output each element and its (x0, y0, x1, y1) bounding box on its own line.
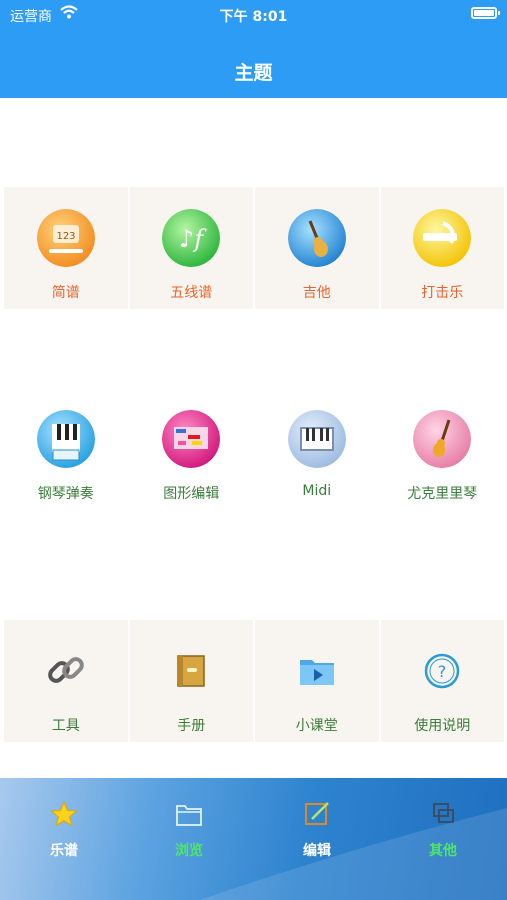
menu-item-piano-play[interactable]: 钢琴弹奏 (4, 388, 128, 510)
menu-item-label: Midi (302, 483, 332, 499)
menu-item-label: 吉他 (302, 285, 331, 301)
clock: 下午 8:01 (219, 9, 288, 25)
tab-edit[interactable]: 编辑 (277, 800, 357, 860)
star-icon (50, 800, 78, 827)
tab-label: 编辑 (303, 843, 331, 859)
menu-item-label: 打击乐 (421, 285, 464, 301)
menu-item-percussion[interactable]: 打击乐 (380, 187, 504, 309)
video-folder-icon (299, 660, 334, 685)
page-title: 主题 (234, 62, 273, 84)
tab-other[interactable]: 其他 (403, 800, 483, 860)
menu-item-label: 钢琴弹奏 (37, 486, 94, 502)
svg-text:♪f: ♪f (179, 225, 207, 253)
svg-text:?: ? (438, 662, 447, 681)
tab-label: 浏览 (175, 843, 203, 859)
menu-item-label: 手册 (177, 718, 206, 734)
folder-icon (176, 805, 202, 826)
staff-icon: ♪f (162, 209, 221, 267)
menu-item-tools[interactable]: 工具 (4, 620, 128, 742)
menu-item-midi[interactable]: Midi (255, 388, 379, 510)
menu-item-ukulele[interactable]: 尤克里里琴 (381, 388, 505, 510)
menu-item-guitar[interactable]: 吉他 (255, 187, 379, 309)
jianpu-icon: 123 (36, 209, 95, 267)
grid-row-1: 123 简谱 ♪f 五线谱 吉他 打击乐 (4, 187, 504, 309)
chain-link-icon (47, 657, 84, 683)
menu-item-label: 工具 (51, 718, 80, 734)
grid-row-3: 工具 手册 小课堂 ? 使用说明 (4, 620, 504, 742)
question-icon: ? (425, 653, 460, 689)
menu-item-label: 五线谱 (170, 285, 213, 301)
menu-item-graphic-edit[interactable]: 图形编辑 (130, 388, 254, 510)
edit-icon (305, 802, 329, 825)
menu-item-label: 使用说明 (414, 718, 471, 734)
tab-browse[interactable]: 浏览 (149, 800, 229, 860)
battery-icon (471, 7, 500, 19)
menu-item-help[interactable]: ? 使用说明 (380, 620, 504, 742)
menu-item-jianpu[interactable]: 123 简谱 (4, 187, 128, 309)
menu-item-label: 图形编辑 (163, 486, 220, 502)
tab-score[interactable]: 乐谱 (24, 800, 104, 860)
tab-label: 乐谱 (50, 843, 78, 859)
menu-item-label: 简谱 (51, 285, 80, 301)
menu-item-label: 尤克里里琴 (407, 486, 478, 502)
status-bar: 运营商 下午 8:01 (0, 0, 507, 28)
piano-play-icon (36, 410, 95, 468)
graphic-edit-icon (162, 410, 221, 468)
menu-item-staff[interactable]: ♪f 五线谱 (129, 187, 253, 309)
menu-item-manual[interactable]: 手册 (129, 620, 253, 742)
menu-item-label: 小课堂 (295, 718, 338, 734)
svg-text:123: 123 (56, 231, 75, 242)
tab-label: 其他 (429, 843, 457, 859)
percussion-icon (413, 209, 472, 267)
grid-row-2: 钢琴弹奏 图形编辑 Midi 尤克里里琴 (4, 388, 504, 510)
menu-item-classroom[interactable]: 小课堂 (255, 620, 379, 742)
ukulele-icon (413, 410, 472, 468)
nav-bar: 主题 (0, 28, 507, 98)
tab-bar: 乐谱 浏览 编辑 其他 (0, 778, 507, 900)
book-icon (177, 655, 205, 687)
windows-icon (433, 803, 454, 823)
midi-icon (287, 410, 346, 468)
guitar-icon (287, 209, 346, 267)
